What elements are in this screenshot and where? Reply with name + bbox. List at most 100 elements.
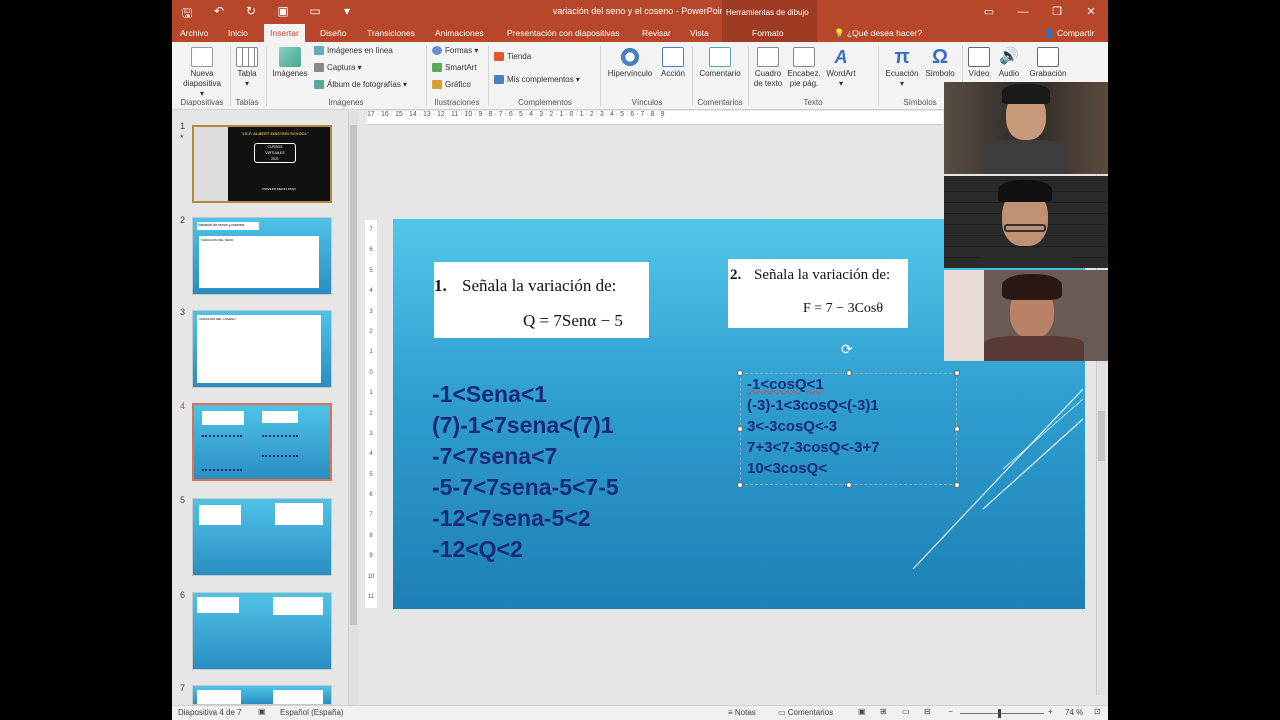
zoom-out-icon[interactable]: − xyxy=(948,707,953,716)
question-2-box[interactable]: 2. Señala la variación de: F = 7 − 3Cosθ xyxy=(728,259,908,328)
table-button[interactable]: Tabla ▾ xyxy=(232,47,262,89)
question-2-text: Señala la variación de: xyxy=(754,267,891,283)
tab-formato[interactable]: Formato xyxy=(722,24,817,42)
comment-button[interactable]: Comentario xyxy=(694,47,746,79)
video-tile-1[interactable] xyxy=(944,82,1108,174)
reading-view-icon[interactable]: ▭ xyxy=(902,707,910,716)
close-button[interactable]: ✕ xyxy=(1074,0,1108,24)
tab-presentacion[interactable]: Presentación con diapositivas xyxy=(501,24,625,42)
group-texto: Texto xyxy=(803,98,823,107)
thumb1-c2: VIRTUALES xyxy=(265,151,285,155)
hyperlink-button[interactable]: Hipervínculo xyxy=(604,47,656,79)
slide-thumbnail-4-selected[interactable] xyxy=(192,403,332,481)
resize-handle[interactable] xyxy=(737,426,743,432)
tab-insertar[interactable]: Insertar xyxy=(264,24,305,42)
tab-diseno[interactable]: Diseño xyxy=(314,24,352,42)
participant-2-hair xyxy=(998,180,1052,202)
tab-animaciones[interactable]: Animaciones xyxy=(429,24,490,42)
group-vinculos: Vínculos xyxy=(631,98,663,107)
slide-thumbnail-1[interactable]: "I.E.P. ALBERT EINSTEIN SCHOOL" CURSOS VI… xyxy=(192,125,332,203)
thumb4-box2 xyxy=(262,411,298,423)
share-button[interactable]: 👤 Compartir xyxy=(1038,24,1100,42)
solution-2-textbox-selected[interactable]: -1<cosQ<1 (-3)-1<3cosQ<(-3)1 3<-3cosQ<-3… xyxy=(737,370,960,488)
resize-handle[interactable] xyxy=(846,370,852,376)
shapes-button[interactable]: Formas ▾ xyxy=(432,46,478,55)
header-footer-button[interactable]: Encabez. pie pág. xyxy=(786,47,822,89)
my-addins-button[interactable]: Mis complementos ▾ xyxy=(494,75,580,84)
shapes-icon xyxy=(432,46,442,55)
user-icon: 👤 xyxy=(1044,28,1055,38)
store-button[interactable]: Tienda xyxy=(494,52,531,61)
thumb-number-7: 7 xyxy=(180,683,186,693)
screenshot-button[interactable]: Captura ▾ xyxy=(314,63,362,72)
fit-slide-icon[interactable]: ⊡ xyxy=(1094,707,1101,716)
spellcheck-icon[interactable]: ▣ xyxy=(258,707,266,716)
tab-archivo[interactable]: Archivo xyxy=(174,24,214,42)
slide-counter: Diapositiva 4 de 7 xyxy=(178,708,242,717)
resize-handle[interactable] xyxy=(846,482,852,488)
zoom-slider-thumb[interactable] xyxy=(998,709,1001,718)
slide-sorter-icon[interactable]: ⊞ xyxy=(880,707,887,716)
thumb-star-1: * xyxy=(180,133,184,143)
video-button[interactable]: Vídeo xyxy=(964,47,994,79)
rotate-handle-icon[interactable]: ⟳ xyxy=(841,342,855,356)
slide-thumbnail-3[interactable]: VARIACIÓN DEL COSENO xyxy=(192,310,332,388)
minimize-button[interactable]: — xyxy=(1006,0,1040,24)
screen-recording-button[interactable]: Grabación xyxy=(1026,47,1070,79)
thumb1-c1: CURSOS xyxy=(267,145,283,149)
header-footer-icon xyxy=(793,47,815,67)
maximize-button[interactable]: ❐ xyxy=(1040,0,1074,24)
tell-me-search[interactable]: 💡 ¿Qué desea hacer? xyxy=(828,24,928,42)
smartart-label: SmartArt xyxy=(445,63,477,72)
slide-thumbnail-6[interactable] xyxy=(192,592,332,670)
pictures-label: Imágenes xyxy=(272,69,308,78)
wordart-button[interactable]: A WordArt ▾ xyxy=(822,47,860,89)
tab-revisar[interactable]: Revisar xyxy=(636,24,677,42)
slideshow-view-icon[interactable]: ⊟ xyxy=(924,707,931,716)
normal-view-icon[interactable]: ▣ xyxy=(858,707,866,716)
tab-transiciones[interactable]: Transiciones xyxy=(361,24,421,42)
tab-inicio[interactable]: Inicio xyxy=(222,24,254,42)
comments-button[interactable]: ▭ Comentarios xyxy=(778,708,833,717)
online-pictures-button[interactable]: Imágenes en línea xyxy=(314,46,393,55)
ribbon-display-icon[interactable]: ▭ xyxy=(972,0,1006,24)
audio-button[interactable]: 🔊 Audio xyxy=(994,47,1024,79)
resize-handle[interactable] xyxy=(954,426,960,432)
thumb1-footer: PRIMERO MEDIO PASO xyxy=(262,187,296,191)
smartart-button[interactable]: SmartArt xyxy=(432,63,477,72)
ribbon-tabs: Archivo Inicio Insertar Diseño Transicio… xyxy=(172,24,1108,42)
slide-thumbnail-2[interactable]: Variación de senos y cosenos VARIACIÓN D… xyxy=(192,217,332,295)
photo-album-button[interactable]: Álbum de fotografías ▾ xyxy=(314,80,407,89)
equation-button[interactable]: π Ecuación ▾ xyxy=(880,47,924,89)
language-indicator[interactable]: Español (España) xyxy=(280,708,344,717)
thumbnails-scroll-thumb[interactable] xyxy=(350,125,357,625)
chart-button[interactable]: Gráfico xyxy=(432,80,471,89)
wordart-label: WordArt xyxy=(826,69,856,78)
textbox-button[interactable]: Cuadro de texto xyxy=(750,47,786,89)
symbol-button[interactable]: Ω Símbolo xyxy=(922,47,958,79)
my-addins-icon xyxy=(494,75,504,84)
slide-thumbnail-7[interactable] xyxy=(192,685,332,705)
video-icon xyxy=(968,47,990,67)
textbox-icon xyxy=(757,47,779,67)
zoom-in-icon[interactable]: + xyxy=(1048,707,1053,716)
zoom-level[interactable]: 74 % xyxy=(1065,708,1083,717)
resize-handle[interactable] xyxy=(737,482,743,488)
resize-handle[interactable] xyxy=(737,370,743,376)
notes-button[interactable]: ≡ Notas xyxy=(728,708,756,717)
resize-handle[interactable] xyxy=(954,482,960,488)
video-tile-2[interactable] xyxy=(944,176,1108,268)
tab-vista[interactable]: Vista xyxy=(684,24,715,42)
slide-thumbnail-5[interactable] xyxy=(192,498,332,576)
question-1-box[interactable]: 1. Señala la variación de: Q = 7Senα − 5 xyxy=(434,262,649,338)
new-slide-button[interactable]: Nueva diapositiva ▾ xyxy=(182,47,222,99)
resize-handle[interactable] xyxy=(954,370,960,376)
action-button[interactable]: Acción xyxy=(656,47,690,79)
thumbnails-scrollbar[interactable] xyxy=(348,111,358,705)
slide-scroll-thumb[interactable] xyxy=(1098,411,1105,461)
solution-1-lines[interactable]: -1<Sena<1 (7)-1<7sena<(7)1 -7<7sena<7 -5… xyxy=(432,379,619,565)
video-tile-3[interactable] xyxy=(944,270,1108,361)
zoom-slider[interactable] xyxy=(960,713,1044,714)
participant-1-body xyxy=(984,140,1068,174)
pictures-button[interactable]: Imágenes xyxy=(270,47,310,79)
